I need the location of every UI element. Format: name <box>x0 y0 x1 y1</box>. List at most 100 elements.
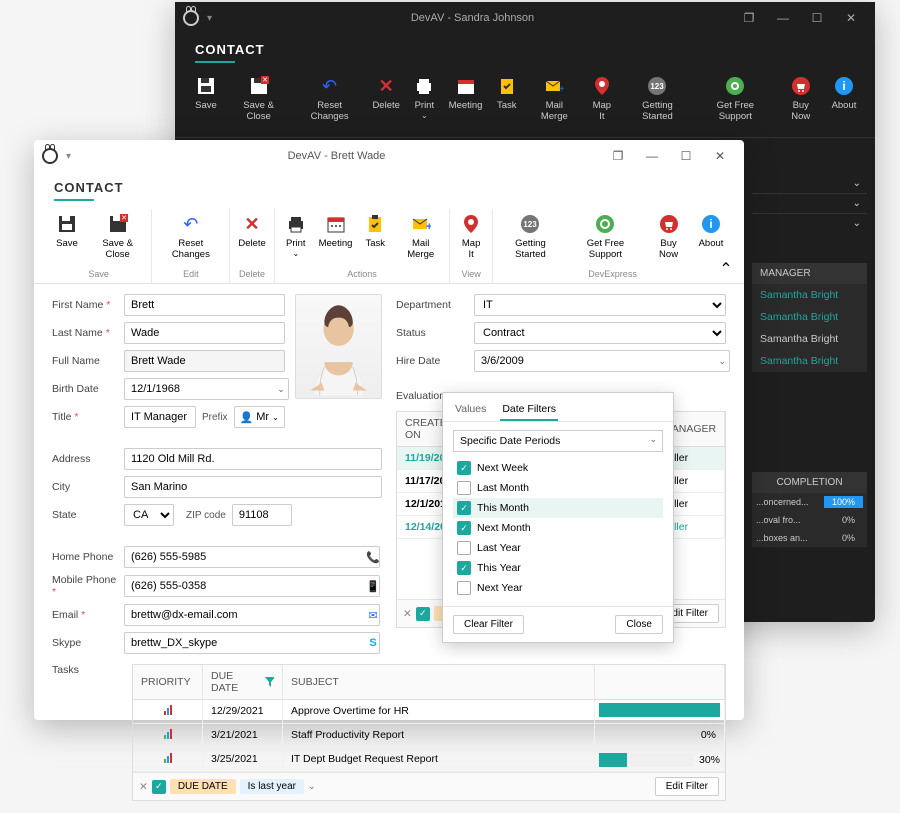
rb-mapit[interactable]: Map It <box>583 71 621 129</box>
mobile-icon[interactable]: 📱 <box>364 577 382 595</box>
task-row[interactable]: 3/21/2021Staff Productivity Report0% <box>133 724 725 748</box>
birth-date-field[interactable] <box>124 378 289 400</box>
ribbon-light: Save ✕Save & Close Save ↶Reset Changes E… <box>34 205 744 284</box>
chevron-down-icon[interactable]: ⌄ <box>853 178 861 189</box>
opt-next-year[interactable]: Next Year <box>453 578 663 598</box>
zip-field[interactable] <box>232 504 292 526</box>
tab-values[interactable]: Values <box>453 399 488 421</box>
filter-close-icon[interactable]: ✕ <box>139 781 148 793</box>
rb-support[interactable]: Get Free Support <box>694 71 776 129</box>
maximize-icon[interactable]: ☐ <box>670 142 702 170</box>
rb-print[interactable]: Print⌄ <box>405 71 443 129</box>
rb-getstart[interactable]: 123Getting Started <box>621 71 694 129</box>
opt-last-month[interactable]: Last Month <box>453 478 663 498</box>
rb-save[interactable]: Save <box>187 71 225 129</box>
rb-save[interactable]: Save <box>48 209 86 267</box>
ribbon-collapse-icon[interactable]: ⌃ <box>716 259 736 279</box>
title-field[interactable] <box>124 406 196 428</box>
chevron-down-icon[interactable]: ⌄ <box>853 218 861 229</box>
rb-delete[interactable]: ✕Delete <box>232 209 271 267</box>
rb-print[interactable]: Print⌄ <box>277 209 315 267</box>
rb-mapit[interactable]: Map It <box>452 209 490 267</box>
tasks-grid: PRIORITY DUE DATE SUBJECT 12/29/2021Appr… <box>132 664 726 801</box>
chevron-down-icon[interactable]: ⌄ <box>853 198 861 209</box>
skype-field[interactable] <box>124 632 380 654</box>
rb-mailmerge[interactable]: +Mail Merge <box>526 71 583 129</box>
rb-task[interactable]: Task <box>488 71 526 129</box>
filter-chip-value[interactable]: Is last year <box>240 779 304 794</box>
opt-this-month[interactable]: ✓This Month <box>453 498 663 518</box>
rb-delete[interactable]: ✕Delete <box>367 71 405 129</box>
rb-getstart[interactable]: 123Getting Started <box>495 209 566 267</box>
priority-icon <box>164 729 172 739</box>
phone-icon[interactable]: 📞 <box>364 548 382 566</box>
opt-next-week[interactable]: ✓Next Week <box>453 458 663 478</box>
window-title: DevAV - Sandra Johnson <box>212 12 733 24</box>
rb-task[interactable]: Task <box>356 209 394 267</box>
mgr-row[interactable]: Samantha Bright <box>752 284 867 306</box>
rb-reset[interactable]: ↶Reset Changes <box>154 209 227 267</box>
logo-icon <box>183 10 199 26</box>
opt-next-month[interactable]: ✓Next Month <box>453 518 663 538</box>
home-phone-field[interactable] <box>124 546 380 568</box>
restore-icon[interactable]: ❐ <box>733 4 765 32</box>
rb-meeting[interactable]: Meeting <box>315 209 356 267</box>
rb-reset[interactable]: ↶Reset Changes <box>292 71 367 129</box>
filter-chip-field[interactable]: DUE DATE <box>170 779 236 794</box>
mgr-row[interactable]: Samantha Bright <box>752 350 867 372</box>
filter-enable-check[interactable]: ✓ <box>416 607 430 621</box>
clear-filter-button[interactable]: Clear Filter <box>453 615 524 634</box>
col-duedate[interactable]: DUE DATE <box>203 665 283 699</box>
contact-photo[interactable] <box>295 294 382 399</box>
rb-buy[interactable]: Buy Now <box>777 71 825 129</box>
state-select[interactable]: CA <box>124 504 174 526</box>
col-subject[interactable]: SUBJECT <box>283 665 595 699</box>
mgr-row[interactable]: Samantha Bright <box>752 328 867 350</box>
mail-icon[interactable]: ✉ <box>364 606 382 624</box>
svg-text:123: 123 <box>651 82 665 91</box>
address-field[interactable] <box>124 448 382 470</box>
minimize-icon[interactable]: — <box>636 142 668 170</box>
edit-filter-button[interactable]: Edit Filter <box>655 777 719 796</box>
maximize-icon[interactable]: ☐ <box>801 4 833 32</box>
opt-this-year[interactable]: ✓This Year <box>453 558 663 578</box>
close-icon[interactable]: ✕ <box>704 142 736 170</box>
tab-date-filters[interactable]: Date Filters <box>500 399 558 421</box>
department-select[interactable]: IT <box>474 294 726 316</box>
mobile-phone-field[interactable] <box>124 575 380 597</box>
svg-text:✕: ✕ <box>262 77 268 84</box>
rb-buy[interactable]: Buy Now <box>645 209 692 267</box>
col-completion: COMPLETION <box>752 472 867 493</box>
logo-icon <box>42 148 58 164</box>
hire-date-field[interactable] <box>474 350 730 372</box>
rb-mailmerge[interactable]: +Mail Merge <box>394 209 447 267</box>
first-name-field[interactable] <box>124 294 285 316</box>
window-title: DevAV - Brett Wade <box>71 150 602 162</box>
period-select[interactable] <box>453 430 663 452</box>
prefix-select[interactable]: 👤Mr ⌄ <box>234 406 285 428</box>
mgr-row[interactable]: Samantha Bright <box>752 306 867 328</box>
opt-last-year[interactable]: Last Year <box>453 538 663 558</box>
filter-close-icon[interactable]: ✕ <box>403 608 412 620</box>
rb-support[interactable]: Get Free Support <box>566 209 645 267</box>
full-name-field <box>124 350 285 372</box>
city-field[interactable] <box>124 476 382 498</box>
rb-save-close[interactable]: ✕Save & Close <box>225 71 292 129</box>
rb-save-close[interactable]: ✕Save & Close <box>86 209 149 267</box>
filter-icon <box>265 677 274 687</box>
task-row[interactable]: 3/25/2021IT Dept Budget Request Report30… <box>133 748 725 772</box>
rb-about[interactable]: iAbout <box>825 71 863 129</box>
email-field[interactable] <box>124 604 380 626</box>
svg-text:123: 123 <box>524 220 538 229</box>
minimize-icon[interactable]: — <box>767 4 799 32</box>
last-name-field[interactable] <box>124 322 285 344</box>
task-row[interactable]: 12/29/2021Approve Overtime for HR <box>133 700 725 724</box>
close-popup-button[interactable]: Close <box>615 615 663 634</box>
restore-icon[interactable]: ❐ <box>602 142 634 170</box>
close-icon[interactable]: ✕ <box>835 4 867 32</box>
col-priority[interactable]: PRIORITY <box>133 665 203 699</box>
status-select[interactable]: Contract <box>474 322 726 344</box>
filter-enable-check[interactable]: ✓ <box>152 780 166 794</box>
skype-icon[interactable]: S <box>364 634 382 652</box>
rb-meeting[interactable]: Meeting <box>443 71 487 129</box>
